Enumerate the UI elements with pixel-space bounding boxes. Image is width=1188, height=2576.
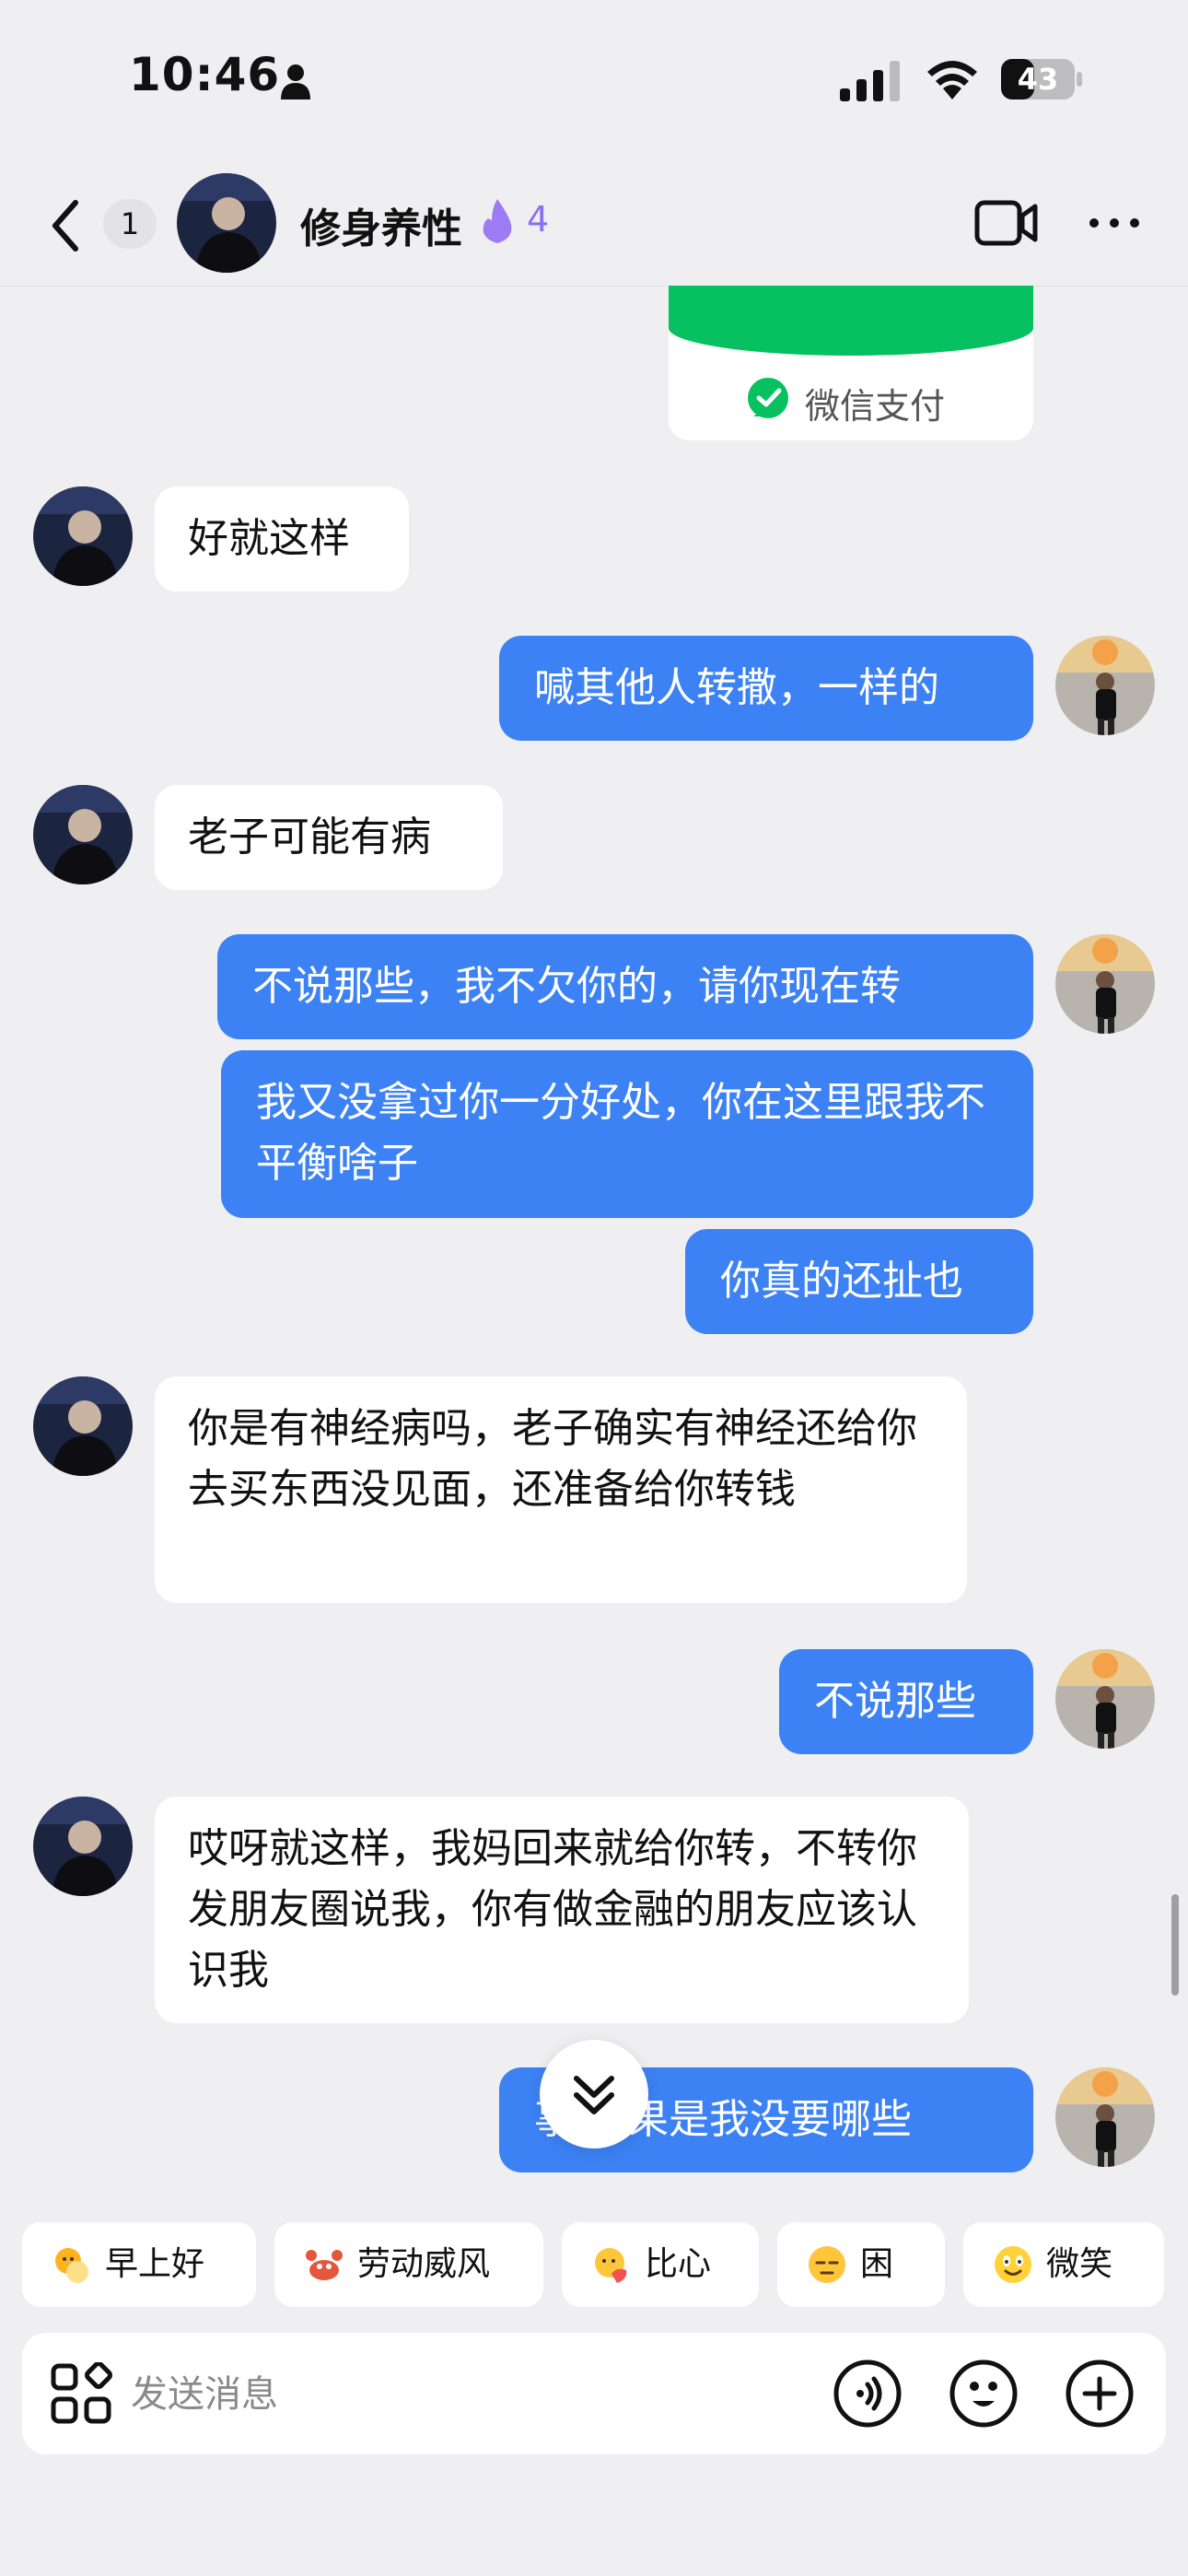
quick-reply[interactable]: 劳动威风 bbox=[274, 2222, 543, 2307]
unread-count-badge[interactable]: 1 bbox=[103, 199, 157, 249]
more-icon[interactable] bbox=[1087, 212, 1142, 234]
quick-reply[interactable]: 微笑 bbox=[963, 2222, 1164, 2307]
sender-avatar[interactable] bbox=[33, 1376, 133, 1476]
sender-avatar[interactable] bbox=[33, 785, 133, 884]
signal-icon bbox=[840, 61, 900, 101]
quick-reply[interactable]: 比心 bbox=[562, 2222, 759, 2307]
quick-reply-label: 劳动威风 bbox=[357, 2245, 491, 2283]
voice-icon[interactable] bbox=[833, 2359, 903, 2429]
battery-icon: 43 bbox=[999, 57, 1084, 101]
back-icon[interactable] bbox=[44, 195, 85, 256]
quick-reply-label: 比心 bbox=[645, 2245, 712, 2283]
plus-icon[interactable] bbox=[1065, 2359, 1135, 2429]
incoming-message[interactable]: 老子可能有病 bbox=[155, 785, 503, 890]
pay-card-top bbox=[669, 286, 1033, 356]
streak-count: 4 bbox=[527, 199, 550, 240]
my-avatar[interactable] bbox=[1055, 934, 1155, 1034]
my-avatar[interactable] bbox=[1055, 2067, 1155, 2167]
heart-hands-emoji-icon bbox=[595, 2248, 627, 2283]
chevron-double-down-icon bbox=[574, 2076, 614, 2114]
message-input[interactable] bbox=[129, 2359, 796, 2430]
wechat-pay-card[interactable]: 微信支付 bbox=[669, 286, 1033, 440]
jump-to-latest-button[interactable] bbox=[540, 2040, 648, 2149]
person-icon bbox=[281, 64, 310, 100]
quick-reply-label: 困 bbox=[860, 2245, 894, 2283]
crab-emoji-icon bbox=[306, 2250, 343, 2280]
my-avatar[interactable] bbox=[1055, 636, 1155, 735]
battery-level: 43 bbox=[1017, 62, 1059, 97]
quick-reply-label: 早上好 bbox=[105, 2245, 205, 2283]
chat-title[interactable]: 修身养性 bbox=[300, 195, 462, 254]
incoming-message[interactable]: 你是有神经病吗，老子确实有神经还给你去买东西没见面，还准备给你转钱 bbox=[155, 1376, 967, 1603]
wechat-pay-icon bbox=[748, 378, 788, 418]
sender-avatar[interactable] bbox=[33, 1797, 133, 1896]
wifi-icon bbox=[927, 61, 977, 100]
outgoing-message[interactable]: 我又没拿过你一分好处，你在这里跟我不平衡啥子 bbox=[221, 1050, 1033, 1218]
outgoing-message[interactable]: 不说那些，我不欠你的，请你现在转 bbox=[217, 934, 1033, 1039]
video-call-icon[interactable] bbox=[974, 197, 1039, 249]
outgoing-message[interactable]: 你真的还扯也 bbox=[685, 1229, 1033, 1334]
quick-reply[interactable]: 困 bbox=[777, 2222, 945, 2307]
sun-emoji-icon bbox=[55, 2248, 88, 2283]
my-avatar[interactable] bbox=[1055, 1649, 1155, 1749]
scroll-indicator[interactable] bbox=[1171, 1894, 1179, 1996]
quick-reply-label: 微笑 bbox=[1046, 2245, 1113, 2283]
apps-icon[interactable] bbox=[50, 2362, 114, 2427]
sender-avatar[interactable] bbox=[33, 486, 133, 586]
contact-avatar[interactable] bbox=[177, 173, 276, 273]
smile-emoji-icon bbox=[995, 2246, 1031, 2283]
flame-icon bbox=[483, 199, 512, 243]
sleepy-emoji-icon bbox=[809, 2246, 845, 2283]
outgoing-message[interactable]: 不说那些 bbox=[779, 1649, 1033, 1754]
emoji-icon[interactable] bbox=[949, 2359, 1019, 2429]
incoming-message[interactable]: 哎呀就这样，我妈回来就给你转，不转你发朋友圈说我，你有做金融的朋友应该认识我 bbox=[155, 1797, 969, 2023]
status-time: 10:46 bbox=[129, 48, 281, 101]
outgoing-message[interactable]: 喊其他人转撒，一样的 bbox=[499, 636, 1033, 741]
pay-card-label: 微信支付 bbox=[805, 386, 946, 427]
quick-reply[interactable]: 早上好 bbox=[22, 2222, 256, 2307]
incoming-message[interactable]: 好就这样 bbox=[155, 486, 409, 591]
